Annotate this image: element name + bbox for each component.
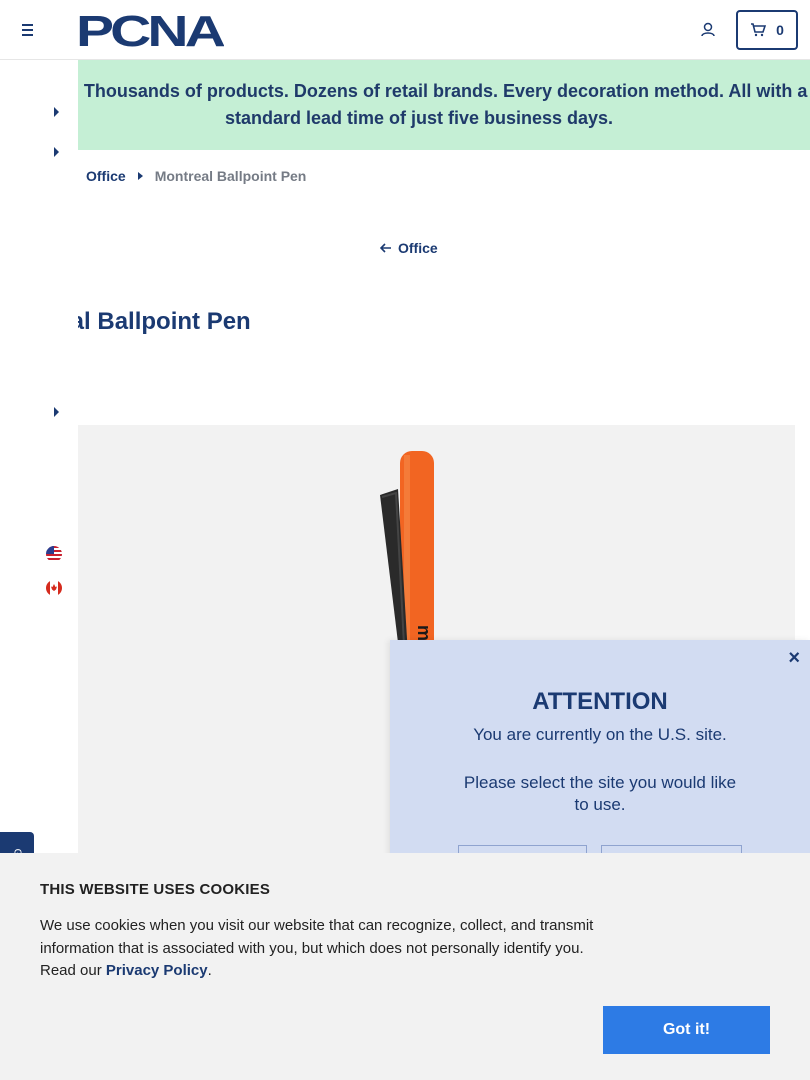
modal-current-site-text: You are currently on the U.S. site. (473, 725, 727, 744)
breadcrumb: Office Montreal Ballpoint Pen (86, 168, 306, 184)
breadcrumb-separator-icon (137, 172, 143, 180)
back-link-label: Office (398, 240, 438, 256)
accept-cookies-button[interactable]: Got it! (603, 1006, 770, 1054)
us-flag-icon[interactable] (46, 546, 62, 562)
close-icon[interactable]: × (788, 648, 800, 668)
cookie-body: We use cookies when you visit our websit… (40, 915, 610, 983)
site-header: PCNA 0 (0, 0, 810, 60)
breadcrumb-current: Montreal Ballpoint Pen (154, 168, 307, 184)
breadcrumb-link[interactable]: Office (86, 168, 126, 184)
cookie-banner: THIS WEBSITE USES COOKIES We use cookies… (0, 853, 810, 1080)
expand-caret-icon[interactable] (54, 107, 59, 117)
modal-instruction-text: Please select the site you would like to… (463, 773, 737, 814)
cookie-title: THIS WEBSITE USES COOKIES (40, 881, 271, 898)
logo-text: PCNA (76, 10, 224, 50)
promo-banner: Wait? Thousands of products. Dozens of r… (0, 60, 810, 150)
expand-caret-icon[interactable] (54, 407, 59, 417)
cart-button[interactable]: 0 (736, 10, 798, 50)
cart-icon (751, 23, 767, 37)
privacy-policy-link[interactable]: Privacy Policy (106, 962, 208, 979)
account-icon[interactable] (698, 20, 718, 40)
cookie-body-period: . (207, 962, 212, 979)
cart-count: 0 (776, 22, 784, 38)
back-link[interactable]: Office (380, 240, 438, 256)
promo-text: Wait? Thousands of products. Dozens of r… (30, 81, 808, 128)
pcna-logo[interactable]: PCNA (76, 10, 224, 50)
modal-title: ATTENTION (532, 688, 668, 715)
canada-flag-icon[interactable] (46, 580, 62, 596)
expand-caret-icon[interactable] (54, 147, 59, 157)
arrow-left-icon (380, 243, 391, 253)
hamburger-menu-icon[interactable] (18, 20, 38, 40)
